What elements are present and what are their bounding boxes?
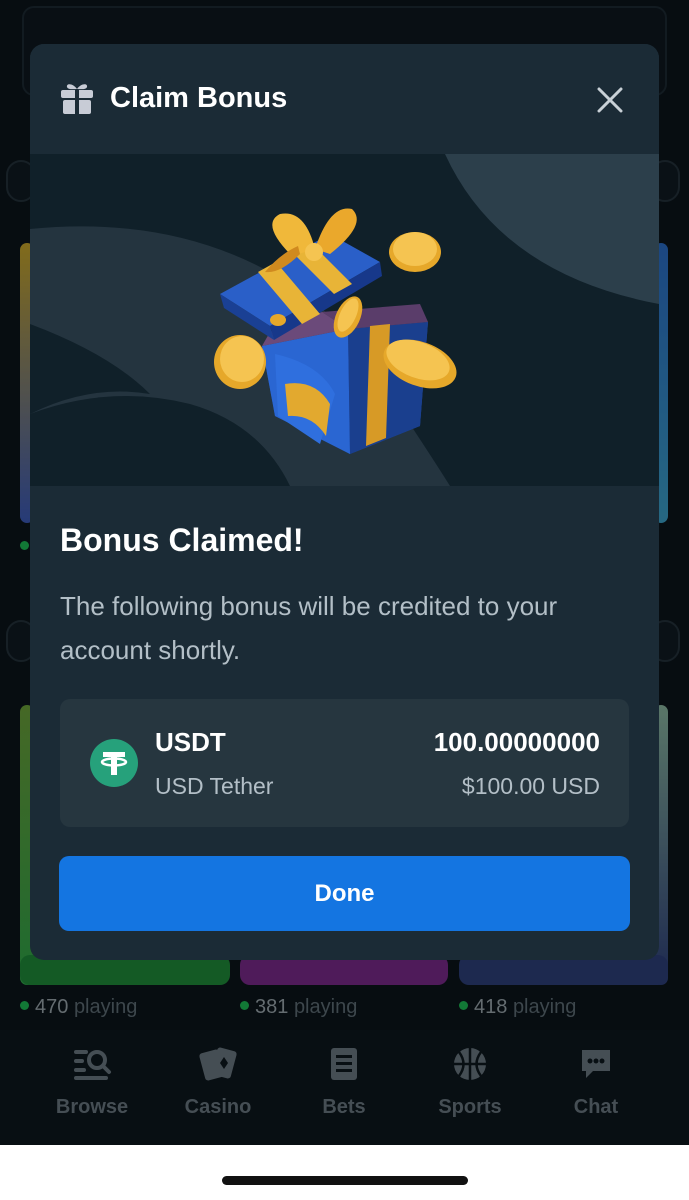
bonus-illustration [30, 154, 659, 486]
tether-icon [90, 739, 138, 787]
close-icon [597, 87, 623, 113]
modal-title: Claim Bonus [110, 82, 288, 114]
bonus-claimed-description: The following bonus will be credited to … [60, 591, 558, 665]
home-indicator-area [0, 1145, 689, 1200]
done-button[interactable]: Done [59, 856, 630, 931]
bonus-details-card: USDT USD Tether 100.00000000 $100.00 USD [60, 699, 629, 827]
gift-icon [60, 81, 94, 115]
modal-header: Claim Bonus [30, 44, 659, 154]
bonus-usd-value: $100.00 USD [461, 773, 600, 799]
home-indicator[interactable] [222, 1176, 468, 1185]
currency-symbol: USDT [155, 727, 226, 757]
claim-bonus-modal: Claim Bonus Bonus Claimed! The following… [30, 44, 659, 960]
bonus-amount: 100.00000000 [433, 727, 600, 757]
currency-name: USD Tether [155, 773, 274, 799]
close-button[interactable] [590, 80, 630, 120]
bonus-claimed-heading: Bonus Claimed! [60, 522, 304, 558]
